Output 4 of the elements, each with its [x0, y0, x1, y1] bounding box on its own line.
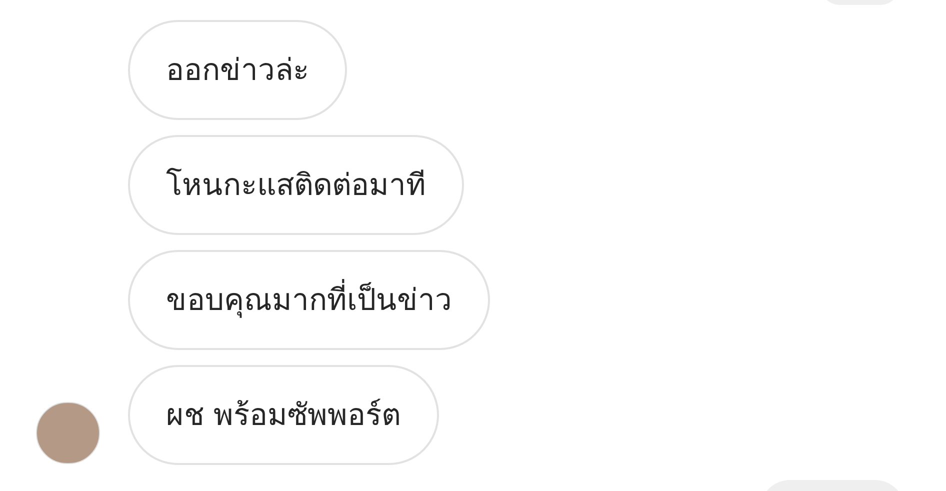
message-bubble: โหนกะแสติดต่อมาที [128, 135, 464, 235]
message-bubble: ผช พร้อมซัพพอร์ต [128, 365, 439, 465]
message-bubble: ออกข่าวล่ะ [128, 20, 347, 120]
message-bubble: ขอบคุณมากที่เป็นข่าว [128, 250, 490, 350]
